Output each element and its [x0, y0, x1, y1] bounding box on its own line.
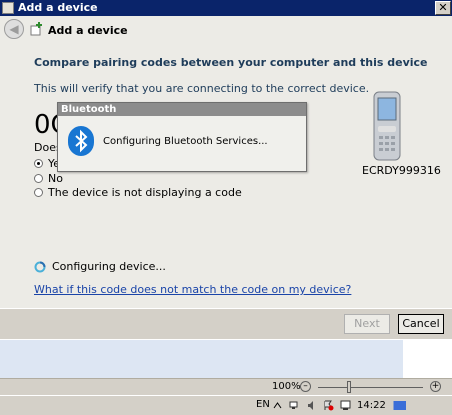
option-no-label: No	[48, 172, 63, 185]
zoom-level: 100%	[272, 381, 301, 392]
device-name: ECRDY999316	[362, 164, 441, 177]
window-titlebar: Add a device ✕	[0, 0, 452, 16]
display-icon[interactable]	[340, 400, 351, 411]
bluetooth-dialog-message: Configuring Bluetooth Services...	[103, 136, 268, 147]
back-button[interactable]: ◀	[4, 19, 24, 39]
spinner-icon	[34, 261, 46, 272]
background-app-area	[0, 340, 403, 378]
add-device-window: Add a device ✕ ◀ Add a device Compare pa…	[0, 0, 452, 339]
close-button[interactable]: ✕	[435, 1, 451, 15]
bluetooth-dialog-title: Bluetooth	[58, 103, 306, 116]
status-bar: 100% – +	[0, 378, 452, 396]
radio-button[interactable]	[34, 174, 43, 183]
radio-button[interactable]	[34, 188, 43, 197]
network-icon[interactable]	[289, 400, 300, 411]
configuring-text: Configuring device...	[52, 260, 166, 273]
option-no-code-label: The device is not displaying a code	[48, 186, 242, 199]
wizard-title: Add a device	[48, 24, 128, 37]
page-heading: Compare pairing codes between your compu…	[34, 56, 428, 69]
option-no[interactable]: No	[34, 172, 63, 185]
wizard-content: Compare pairing codes between your compu…	[0, 44, 452, 308]
taskbar: EN 14:22	[0, 395, 452, 415]
window-title: Add a device	[18, 1, 98, 14]
phone-icon	[373, 91, 401, 161]
app-icon	[2, 2, 14, 14]
option-no-code[interactable]: The device is not displaying a code	[34, 186, 242, 199]
bluetooth-dialog: Bluetooth Configuring Bluetooth Services…	[57, 102, 307, 172]
next-button[interactable]: Next	[344, 314, 390, 334]
add-device-icon	[30, 22, 42, 36]
action-center-icon[interactable]	[323, 400, 334, 411]
cancel-button[interactable]: Cancel	[398, 314, 444, 334]
wizard-header: ◀ Add a device	[0, 16, 452, 44]
bluetooth-icon	[68, 126, 94, 156]
system-tray: 14:22	[272, 398, 452, 413]
configuring-status: Configuring device...	[34, 260, 166, 273]
zoom-in-button[interactable]: +	[430, 381, 441, 392]
help-link[interactable]: What if this code does not match the cod…	[34, 283, 351, 296]
language-indicator[interactable]: EN	[256, 399, 270, 410]
zoom-slider-track[interactable]	[318, 387, 423, 388]
show-hidden-icons-icon[interactable]	[272, 400, 283, 411]
show-desktop-icon[interactable]	[392, 400, 406, 411]
zoom-slider-thumb[interactable]	[347, 381, 351, 393]
volume-icon[interactable]	[306, 400, 317, 411]
radio-button[interactable]	[34, 159, 43, 168]
wizard-footer: Next Cancel	[0, 308, 452, 339]
zoom-out-button[interactable]: –	[300, 381, 311, 392]
clock[interactable]: 14:22	[357, 400, 386, 411]
page-subheading: This will verify that you are connecting…	[34, 82, 370, 95]
